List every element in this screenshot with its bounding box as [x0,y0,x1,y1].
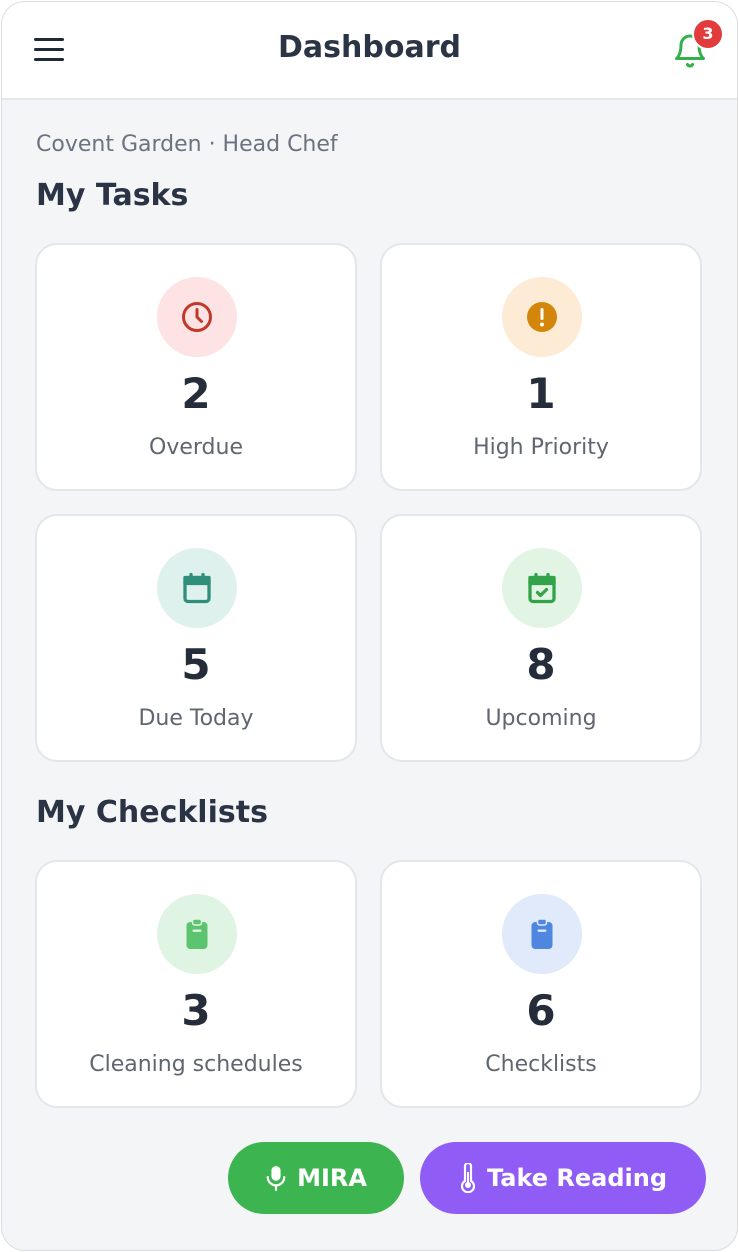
overdue-icon-circle [157,277,237,357]
header: Dashboard 3 [2,2,737,100]
alert-icon [527,302,557,332]
due-today-label: Due Today [138,706,254,731]
overdue-count: 2 [181,369,211,418]
overdue-label: Overdue [149,435,243,460]
high-priority-label: High Priority [473,435,609,460]
upcoming-count: 8 [526,640,556,689]
upcoming-card[interactable]: 8 Upcoming [380,514,702,762]
thermometer-icon [460,1163,476,1193]
app-frame: Dashboard 3 Covent Garden · Head Chef My… [1,1,738,1251]
take-reading-label: Take Reading [486,1164,668,1192]
mira-label: MIRA [297,1164,367,1192]
due-today-count: 5 [181,640,211,689]
calendar-check-icon [528,572,556,604]
cleaning-schedules-label: Cleaning schedules [89,1052,303,1077]
mira-button[interactable]: MIRA [228,1142,404,1214]
location-role: Covent Garden · Head Chef [36,132,338,157]
checklists-card[interactable]: 6 Checklists [380,860,702,1108]
cleaning-schedules-card[interactable]: 3 Cleaning schedules [35,860,357,1108]
calendar-icon [183,572,211,604]
notifications-button[interactable]: 3 [670,18,730,78]
page-title: Dashboard [278,30,461,65]
high-priority-count: 1 [526,369,556,418]
checklists-count: 6 [526,986,556,1035]
due-today-icon-circle [157,548,237,628]
clipboard-icon [186,918,208,949]
notification-badge: 3 [692,18,724,50]
checklists-icon-circle [502,894,582,974]
clipboard-icon [531,918,553,949]
high-priority-card[interactable]: 1 High Priority [380,243,702,491]
microphone-icon [266,1166,286,1192]
upcoming-label: Upcoming [485,706,597,731]
cleaning-schedules-count: 3 [181,986,211,1035]
upcoming-icon-circle [502,548,582,628]
clock-icon [182,302,212,332]
take-reading-button[interactable]: Take Reading [420,1142,706,1214]
overdue-card[interactable]: 2 Overdue [35,243,357,491]
checklists-heading: My Checklists [36,795,268,830]
tasks-heading: My Tasks [36,178,189,213]
due-today-card[interactable]: 5 Due Today [35,514,357,762]
high-priority-icon-circle [502,277,582,357]
checklists-label: Checklists [485,1052,597,1077]
cleaning-icon-circle [157,894,237,974]
